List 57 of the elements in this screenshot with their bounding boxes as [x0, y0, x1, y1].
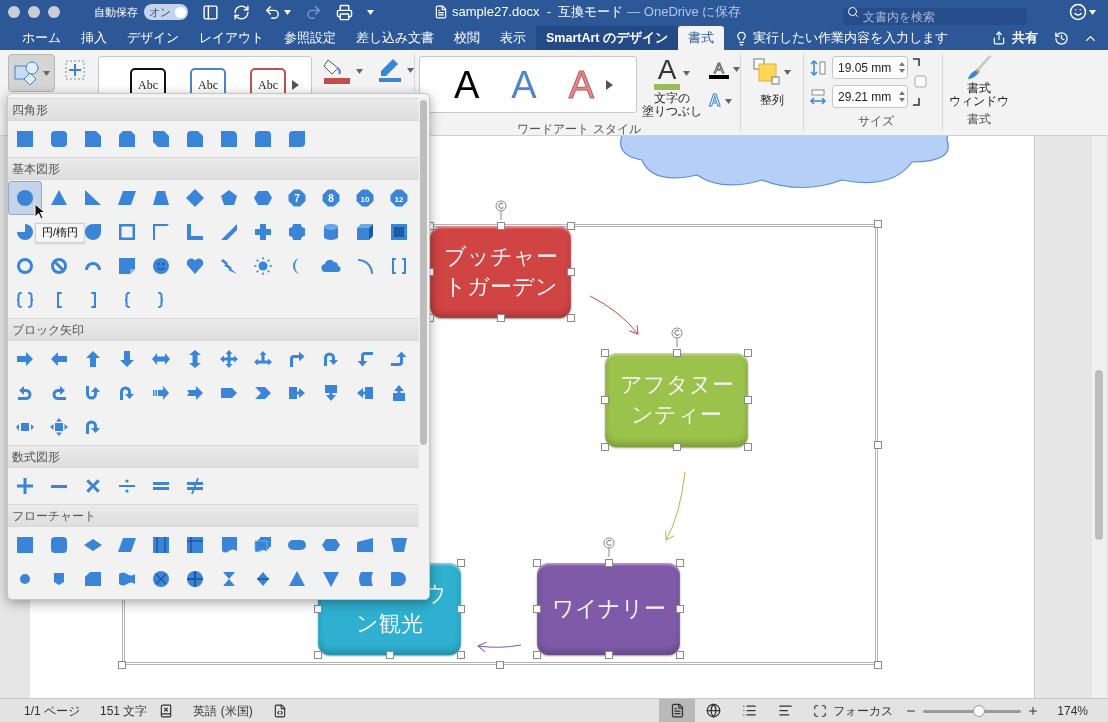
- group-label: サイズ: [857, 113, 895, 130]
- shape-text: ン観光: [355, 610, 424, 638]
- autosave-label: 自動保存: [94, 4, 138, 20]
- group-label: ワードアート スタイル: [516, 121, 642, 138]
- group-label: 書式: [967, 111, 991, 128]
- ribbon-tab[interactable]: ホーム: [12, 26, 71, 50]
- section-header: 四角形: [8, 98, 419, 121]
- ribbon-tab[interactable]: 書式: [677, 26, 724, 50]
- text-fill-label: 塗りつぶし: [642, 105, 702, 118]
- ribbon-tab[interactable]: デザイン: [117, 26, 189, 50]
- shape-text: ンティー: [630, 401, 723, 429]
- smartart-shape[interactable]: ワイナリー: [537, 563, 680, 655]
- ribbon-tab[interactable]: 校閲: [444, 26, 490, 50]
- text-fill-button[interactable]: A: [654, 56, 680, 90]
- shape-text: アフタヌー: [618, 371, 735, 399]
- wordart-style-option[interactable]: A: [511, 65, 537, 104]
- shape-option[interactable]: 10: [348, 181, 382, 215]
- section-header: 基本図形: [8, 157, 419, 180]
- ribbon-tab[interactable]: 参照設定: [274, 26, 346, 50]
- language-indicator[interactable]: 英語 (米国): [193, 701, 253, 720]
- shape-option[interactable]: 12: [382, 181, 416, 215]
- format-pane-label[interactable]: 書式: [967, 82, 991, 95]
- numbered-polygon-icon: 12: [389, 188, 409, 208]
- ribbon-tab[interactable]: レイアウト: [189, 26, 274, 50]
- arrange-label[interactable]: 整列: [760, 91, 784, 109]
- text-fill-label: 文字の: [654, 92, 690, 105]
- focus-button[interactable]: フォーカス: [833, 701, 894, 720]
- document-title: sample27.docx - 互換モード: [452, 3, 624, 22]
- numbered-polygon-icon: 10: [355, 188, 375, 208]
- shape-text: ブッチャー: [442, 243, 559, 271]
- numbered-polygon-icon: 8: [321, 188, 341, 208]
- ribbon-tab[interactable]: 差し込み文書: [346, 26, 444, 50]
- word-count[interactable]: 151 文字: [100, 701, 148, 720]
- autosave-toggle[interactable]: オン: [144, 4, 188, 20]
- wordart-gallery[interactable]: A A A: [419, 56, 637, 113]
- tell-me-field[interactable]: 実行したい作業内容を入力します: [752, 28, 948, 48]
- height-field[interactable]: 19.05 mm: [832, 56, 908, 79]
- page-count[interactable]: 1/1 ページ: [24, 701, 80, 720]
- section-header: フローチャート: [8, 504, 419, 527]
- shape-text: トガーデン: [442, 273, 559, 301]
- share-button[interactable]: 共有: [1012, 28, 1038, 48]
- ribbon-tab[interactable]: 挿入: [71, 26, 117, 50]
- zoom-level[interactable]: 174%: [1057, 701, 1088, 720]
- section-header: 数式図形: [8, 445, 419, 468]
- format-pane-label[interactable]: ウィンドウ: [949, 95, 1009, 108]
- ribbon-tab[interactable]: 表示: [490, 26, 536, 50]
- width-field[interactable]: 29.21 mm: [832, 85, 908, 108]
- section-header: ブロック矢印: [8, 318, 419, 341]
- numbered-polygon-icon: 7: [287, 188, 307, 208]
- search-field[interactable]: 文書内を検索: [843, 8, 1027, 25]
- ribbon-tab[interactable]: SmartArt のデザイン: [536, 26, 678, 50]
- shape-option[interactable]: 8: [314, 181, 348, 215]
- shape-text: ワイナリー: [550, 595, 667, 623]
- shape-option[interactable]: 7: [280, 181, 314, 215]
- tooltip: 円/楕円: [35, 223, 85, 243]
- save-location: — OneDrive に保存: [627, 3, 742, 22]
- wordart-style-option[interactable]: A: [454, 65, 480, 104]
